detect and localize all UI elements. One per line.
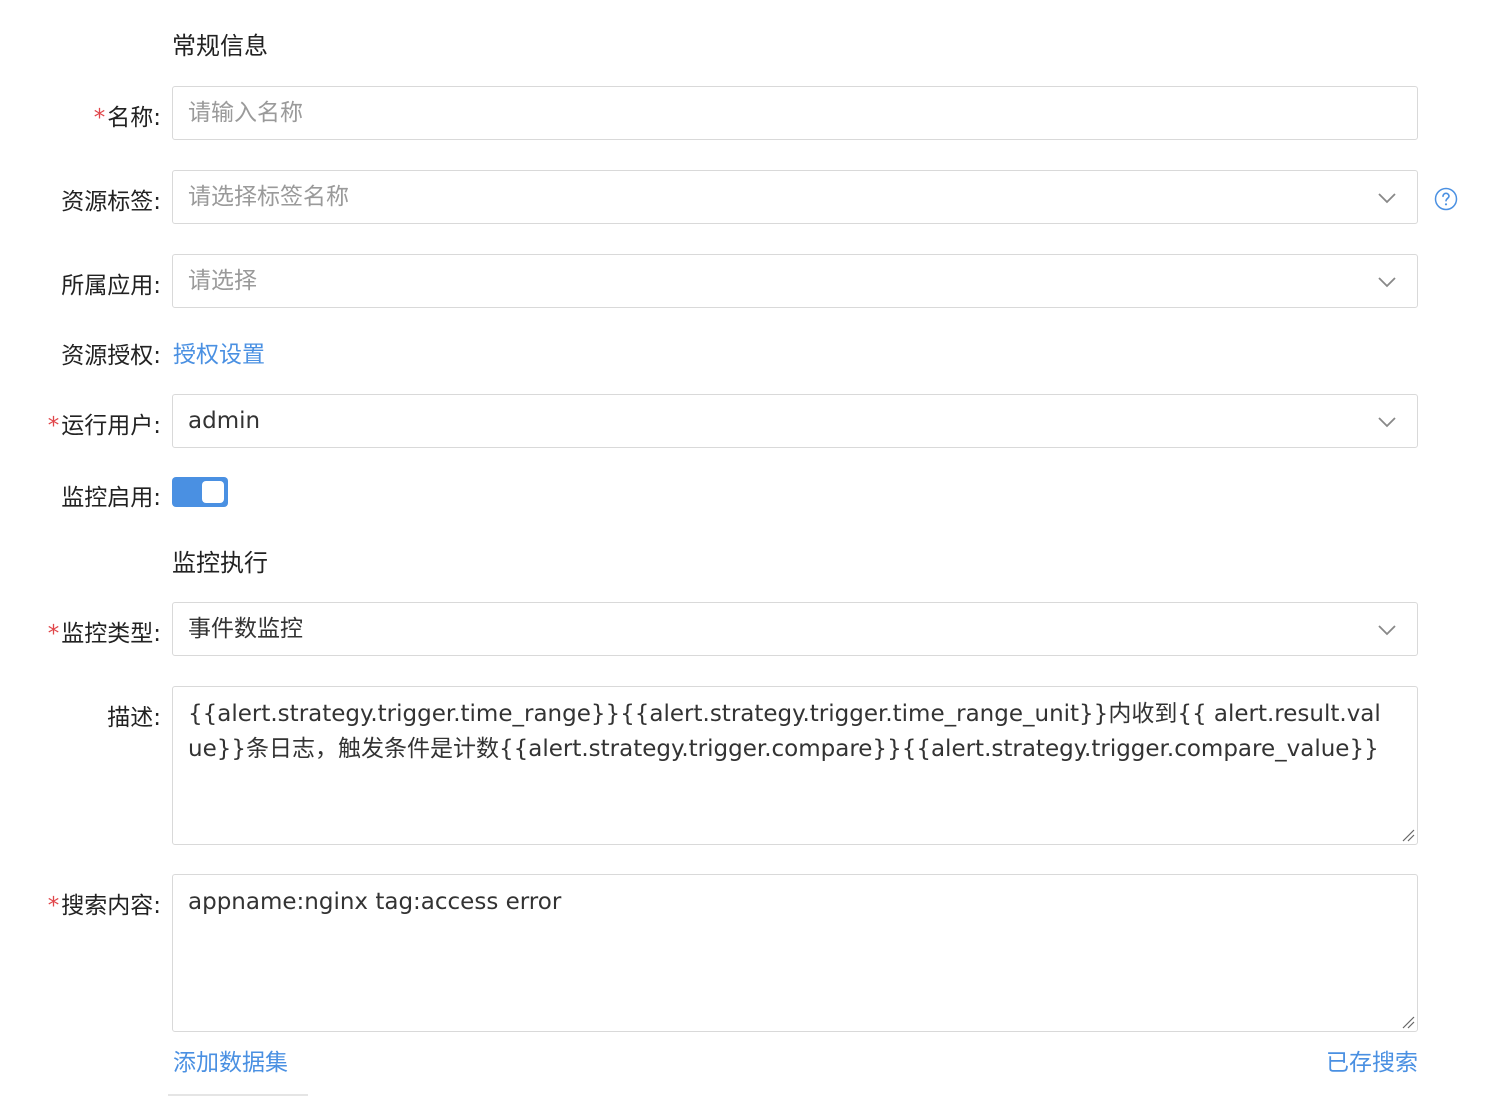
chevron-down-icon	[1378, 417, 1396, 428]
chevron-down-icon	[1378, 277, 1396, 288]
monitor-type-value: 事件数监控	[188, 616, 303, 642]
toggle-knob	[202, 481, 224, 503]
run-user-select[interactable]: admin	[172, 394, 1418, 448]
name-label-text: 名称:	[107, 105, 161, 131]
name-input[interactable]	[173, 87, 1417, 139]
app-select[interactable]: 请选择	[172, 254, 1418, 308]
description-text: {{alert.strategy.trigger.time_range}}{{a…	[188, 701, 1381, 762]
run-user-value: admin	[188, 408, 261, 434]
monitor-type-select[interactable]: 事件数监控	[172, 602, 1418, 656]
section-title-general: 常规信息	[172, 32, 268, 60]
add-dataset-link[interactable]: 添加数据集	[173, 1043, 288, 1077]
section-title-execution: 监控执行	[172, 549, 268, 577]
resource-auth-label: 资源授权:	[61, 343, 161, 369]
chevron-down-icon	[1378, 625, 1396, 636]
run-user-label: *运行用户:	[0, 406, 161, 440]
resize-grip-icon[interactable]	[1401, 828, 1415, 842]
question-circle-icon[interactable]	[1434, 187, 1458, 211]
search-content-text: appname:nginx tag:access error	[188, 889, 562, 915]
auth-settings-link[interactable]: 授权设置	[173, 335, 265, 369]
search-content-textarea[interactable]: appname:nginx tag:access error	[172, 874, 1418, 1032]
app-placeholder: 请选择	[188, 268, 257, 294]
description-label: 描述:	[107, 705, 161, 731]
saved-search-link[interactable]: 已存搜索	[1326, 1043, 1418, 1077]
monitor-enabled-label: 监控启用:	[61, 485, 161, 511]
required-mark: *	[93, 105, 106, 131]
monitor-type-label: *监控类型:	[0, 614, 161, 648]
resource-tag-select[interactable]: 请选择标签名称	[172, 170, 1418, 224]
search-content-label: *搜索内容:	[0, 886, 161, 920]
required-mark: *	[47, 621, 60, 647]
required-mark: *	[47, 413, 60, 439]
required-mark: *	[47, 893, 60, 919]
description-textarea[interactable]: {{alert.strategy.trigger.time_range}}{{a…	[172, 686, 1418, 845]
resource-tag-label: 资源标签:	[61, 189, 161, 215]
divider	[168, 1094, 308, 1096]
app-label: 所属应用:	[61, 273, 161, 299]
name-input-wrapper	[172, 86, 1418, 140]
chevron-down-icon	[1378, 193, 1396, 204]
run-user-label-text: 运行用户:	[61, 413, 161, 439]
resize-grip-icon[interactable]	[1401, 1015, 1415, 1029]
resource-tag-placeholder: 请选择标签名称	[188, 184, 349, 210]
name-label: *名称:	[0, 98, 161, 132]
monitor-enabled-toggle[interactable]	[172, 477, 228, 507]
search-content-label-text: 搜索内容:	[61, 893, 161, 919]
monitor-type-label-text: 监控类型:	[61, 621, 161, 647]
